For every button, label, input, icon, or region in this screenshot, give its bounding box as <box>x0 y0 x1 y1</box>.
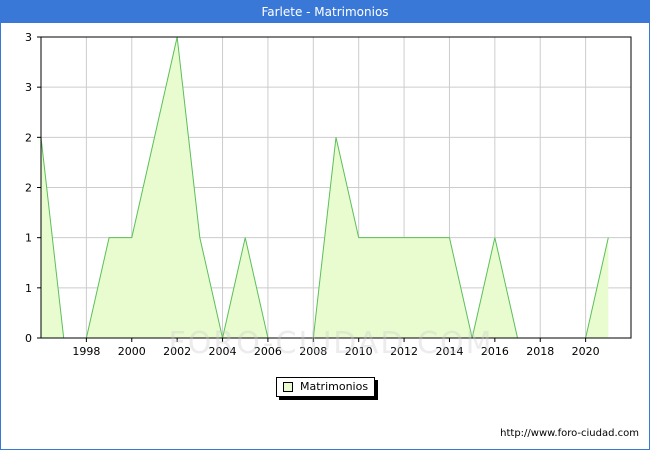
watermark: FORO-CIUDAD.COM <box>168 326 494 361</box>
x-tick-label-0: 1998 <box>72 345 100 358</box>
y-tick-label-5: 3 <box>25 81 32 94</box>
x-tick-label-10: 2018 <box>526 345 554 358</box>
x-tick-label-11: 2020 <box>572 345 600 358</box>
chart-frame: Farlete - Matrimonios 1998 2000 2002 2004 20… <box>0 0 650 450</box>
source-url: http://www.foro-ciudad.com <box>500 428 639 439</box>
y-tick-label-6: 3 <box>25 31 32 44</box>
y-tick-label-3: 2 <box>25 182 32 195</box>
y-tick-label-1: 1 <box>25 282 32 295</box>
y-tick-label-4: 2 <box>25 131 32 144</box>
legend-swatch <box>283 382 293 392</box>
legend: Matrimonios <box>276 377 376 397</box>
legend-label: Matrimonios <box>300 380 369 393</box>
y-tick-label-0: 0 <box>25 332 32 345</box>
y-tick-label-2: 1 <box>25 232 32 245</box>
x-tick-label-1: 2000 <box>118 345 146 358</box>
